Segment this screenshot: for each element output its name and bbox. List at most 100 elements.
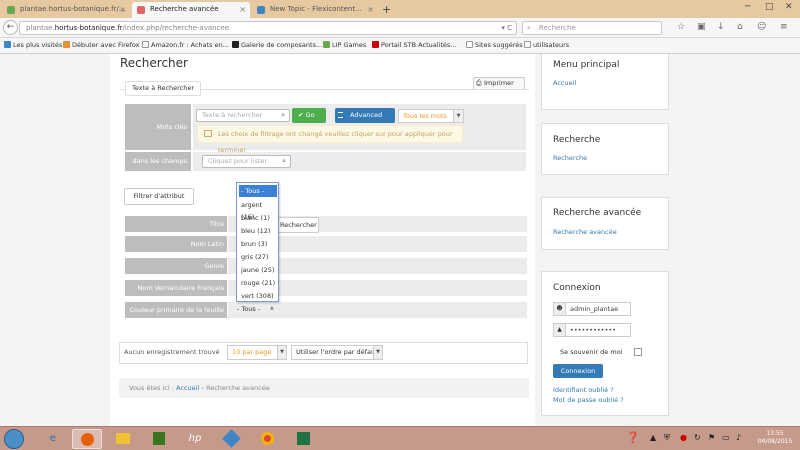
explorer-folder-icon[interactable] bbox=[108, 429, 138, 449]
spreadsheet-icon[interactable] bbox=[144, 429, 174, 449]
taskbar: e hp ❓ ▲ ⛨ ● ↻ ⚑ ▭ ♪ 13:55 04/08/2015 bbox=[0, 426, 800, 450]
maximize-icon[interactable]: □ bbox=[765, 2, 774, 12]
url-bar[interactable]: plantae.hortus-botanique.fr/index.php/re… bbox=[19, 21, 517, 35]
go-button[interactable]: ✔ Go bbox=[292, 108, 326, 123]
reading-list-icon[interactable]: ▣ bbox=[697, 22, 706, 32]
bookmark-label: LIP Games bbox=[332, 41, 367, 49]
close-icon[interactable]: × bbox=[367, 2, 374, 17]
keywords-input[interactable]: Texte à rechercher ⌕ bbox=[196, 109, 290, 122]
advanced-button[interactable]: Advanced bbox=[335, 108, 395, 123]
search-box-link[interactable]: Recherche bbox=[553, 154, 587, 162]
sync-icon[interactable]: ↻ bbox=[694, 433, 701, 442]
bookmark-item[interactable]: Galerie de composants... bbox=[232, 41, 322, 49]
tab-recherche-avancee[interactable]: Recherche avancée × bbox=[132, 2, 250, 18]
bookmark-item[interactable]: Sites suggérés bbox=[466, 41, 523, 49]
titre-search-input[interactable]: Rechercher bbox=[278, 217, 319, 233]
results-count: Aucun enregistrement trouvé bbox=[124, 348, 220, 356]
excel-icon[interactable] bbox=[288, 429, 318, 449]
pocket-icon[interactable]: ☺ bbox=[757, 22, 766, 32]
print-label: Imprimer bbox=[484, 79, 514, 87]
bookmark-item[interactable]: utilisateurs bbox=[524, 41, 569, 49]
dropdown-option[interactable]: rouge (21) bbox=[239, 277, 277, 289]
menu-title: Menu principal bbox=[553, 60, 620, 70]
system-clock[interactable]: 13:55 04/08/2015 bbox=[752, 430, 798, 446]
dropdown-option[interactable]: blanc (1) bbox=[239, 212, 277, 224]
tray-arrow-icon[interactable]: ▲ bbox=[650, 433, 656, 442]
bookmark-star-icon[interactable]: ☆ bbox=[677, 22, 685, 32]
login-title: Connexion bbox=[553, 283, 601, 293]
bookmark-item[interactable]: Amazon.fr : Achats en... bbox=[142, 41, 229, 49]
shield-icon[interactable]: ⛨ bbox=[664, 433, 670, 443]
color-dropdown-list[interactable]: - Tous - argent (16) blanc (1) bleu (12)… bbox=[236, 182, 279, 302]
download-icon[interactable]: ↓ bbox=[717, 22, 725, 32]
page-icon bbox=[524, 41, 531, 48]
volume-icon[interactable]: ♪ bbox=[736, 433, 741, 442]
close-icon[interactable]: × bbox=[119, 2, 126, 17]
tab-plantae[interactable]: plantae.hortus-botanique.fr/... × bbox=[2, 2, 130, 18]
help-icon[interactable]: ❓ bbox=[626, 431, 640, 444]
user-icon: ☻ bbox=[554, 303, 566, 315]
firefox-icon[interactable] bbox=[72, 429, 102, 449]
per-page-select[interactable]: 10 par page ▼ bbox=[227, 345, 287, 360]
back-button[interactable]: ← bbox=[3, 20, 18, 35]
warning-icon bbox=[204, 130, 212, 137]
fields-input[interactable]: Cliquez pour lister ⌕ bbox=[202, 155, 291, 168]
dropdown-option[interactable]: bleu (12) bbox=[239, 225, 277, 237]
hp-icon[interactable]: hp bbox=[180, 429, 210, 449]
attr-label-nom-vernaculaire: Nom Vernaculaire Français bbox=[125, 280, 227, 296]
advanced-label: Advanced bbox=[350, 111, 383, 119]
keywords-placeholder: Texte à rechercher bbox=[202, 111, 263, 119]
menu-icon[interactable]: ≡ bbox=[780, 22, 788, 32]
bookmark-label: Portail STB Actualités... bbox=[381, 41, 457, 49]
bookmarks-bar: Les plus visités Débuter avec Firefox Am… bbox=[0, 38, 800, 54]
dropdown-option[interactable]: - Tous - bbox=[239, 185, 277, 197]
tab-strip: plantae.hortus-botanique.fr/... × Recher… bbox=[0, 0, 800, 18]
close-icon[interactable]: × bbox=[239, 2, 246, 17]
adv-search-box bbox=[541, 197, 669, 250]
forgot-username-link[interactable]: Identifiant oublié ? bbox=[553, 386, 614, 394]
username-input[interactable]: ☻ admin_plantae bbox=[553, 302, 631, 316]
ie-icon[interactable]: e bbox=[38, 429, 68, 449]
password-input[interactable]: ▲ •••••••••••• bbox=[553, 323, 631, 337]
window-close-icon[interactable]: ✕ bbox=[785, 2, 793, 12]
word-match-select[interactable]: Tous les mots ▼ bbox=[398, 109, 464, 123]
dropdown-option[interactable]: brun (3) bbox=[239, 238, 277, 250]
battery-icon[interactable]: ▭ bbox=[722, 433, 730, 442]
dropdown-option[interactable]: argent (16) bbox=[239, 199, 277, 221]
antivirus-icon[interactable]: ● bbox=[680, 433, 687, 442]
bookmark-item[interactable]: LIP Games bbox=[323, 41, 366, 49]
tab-title: plantae.hortus-botanique.fr/... bbox=[20, 5, 126, 13]
check-icon: ✔ bbox=[298, 111, 304, 119]
dropdown-option[interactable]: vert (308) bbox=[239, 290, 277, 301]
tab-new-topic[interactable]: New Topic - Flexicontent... × bbox=[252, 2, 378, 18]
flag-icon[interactable]: ⚑ bbox=[708, 433, 715, 442]
bookmark-item[interactable]: Débuter avec Firefox bbox=[63, 41, 140, 49]
joomla-favicon-icon bbox=[137, 6, 145, 14]
remember-checkbox[interactable] bbox=[634, 348, 642, 356]
url-path: /index.php/recherche-avancee bbox=[122, 24, 230, 32]
start-button[interactable] bbox=[4, 429, 24, 449]
chrome-icon[interactable] bbox=[252, 429, 282, 449]
bookmark-item[interactable]: Portail STB Actualités... bbox=[372, 41, 456, 49]
login-button[interactable]: Connexion bbox=[553, 364, 603, 378]
tool-icon[interactable] bbox=[216, 428, 246, 449]
minimize-icon[interactable]: ─ bbox=[745, 2, 750, 12]
reload-icon[interactable]: ▾ C bbox=[501, 22, 512, 34]
remember-me[interactable]: Se souvenir de moi bbox=[560, 348, 642, 356]
chevron-down-icon: ▼ bbox=[277, 346, 286, 359]
bookmark-item[interactable]: Les plus visités bbox=[4, 41, 62, 49]
home-icon[interactable]: ⌂ bbox=[737, 22, 743, 32]
new-tab-button[interactable]: + bbox=[382, 3, 391, 16]
dropdown-option[interactable]: jaune (25) bbox=[239, 264, 277, 276]
adv-search-link[interactable]: Recherche avancée bbox=[553, 228, 617, 236]
firefox-icon bbox=[63, 41, 70, 48]
breadcrumb-current: Recherche avancée bbox=[206, 384, 270, 392]
sort-select[interactable]: Utiliser l'ordre par défaut ▼ bbox=[291, 345, 383, 360]
attribute-filter-button[interactable]: Filtrer d'attribut bbox=[124, 188, 194, 205]
breadcrumb-home-link[interactable]: Accueil bbox=[176, 384, 199, 392]
dropdown-option[interactable]: gris (27) bbox=[239, 251, 277, 263]
forgot-password-link[interactable]: Mot de passe oublié ? bbox=[553, 396, 624, 404]
color-select[interactable]: - Tous - ▲ bbox=[237, 305, 275, 313]
menu-link-accueil[interactable]: Accueil bbox=[553, 79, 576, 87]
search-bar[interactable]: ⌕ Recherche bbox=[522, 21, 662, 35]
